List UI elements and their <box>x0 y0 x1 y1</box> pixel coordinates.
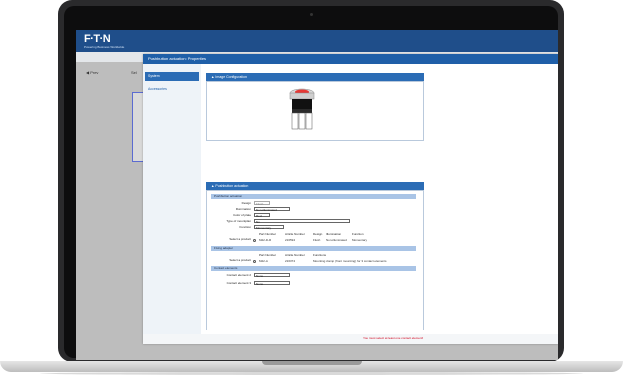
function-select[interactable]: Momentary <box>254 225 284 230</box>
contact2-select[interactable]: None <box>254 273 290 278</box>
laptop-shadow <box>40 372 583 375</box>
sidebar-item-system[interactable]: System <box>145 72 199 81</box>
select-product-label: Select a product <box>229 237 251 241</box>
col-article-number-2: Article Number <box>285 253 305 257</box>
section-contacts: Contact elements <box>211 266 416 271</box>
section-actuation: Pushbutton actuation <box>211 194 416 199</box>
cell-illumination: Non-illuminated <box>326 238 347 242</box>
design-label: Design <box>241 201 251 205</box>
col-function: Function <box>352 232 364 236</box>
cell-article-number-2: 216374 <box>285 259 296 263</box>
illumination-label: Illumination <box>235 207 251 211</box>
image-config-header[interactable]: ▲ Image Configuration <box>206 73 424 81</box>
sidebar-item-accessories[interactable]: Accessories <box>145 85 199 94</box>
webcam <box>310 13 313 16</box>
contact3-label: Contact element 3 <box>226 281 251 285</box>
logo-tagline: Powering Business Worldwide <box>84 45 125 49</box>
image-config-panel <box>206 81 424 141</box>
section-fixing: Fixing adapter <box>211 246 416 251</box>
select-product-label-2: Select a product <box>229 258 251 262</box>
dialog-footer <box>143 334 558 344</box>
mountplan-select[interactable]: No <box>254 219 350 224</box>
cell-functions: Mounting clamp (front mounting) for 3 co… <box>313 259 387 263</box>
col-functions: Functions <box>313 253 327 257</box>
col-design: Design <box>313 232 323 236</box>
col-illumination: Illumination <box>326 232 342 236</box>
select-button[interactable]: Sel <box>131 70 137 75</box>
color-select[interactable]: Red <box>254 213 270 218</box>
actuation-header[interactable]: ▲ Pushbutton actuation <box>206 182 424 190</box>
cell-function: Momentary <box>352 238 368 242</box>
mountplan-label: Type of mountplan <box>226 219 251 223</box>
design-select[interactable]: Flush <box>254 201 270 206</box>
app-header <box>76 30 558 52</box>
laptop-screen: F·T·N Powering Business Worldwide ◀ Prev… <box>76 30 558 360</box>
validation-message: You must select at least one contact ele… <box>363 336 424 340</box>
function-label: Function <box>239 225 251 229</box>
col-part-number: Part Number <box>259 232 277 236</box>
illumination-select[interactable]: Non-illuminated <box>254 207 290 212</box>
cell-article-number: 216594 <box>285 238 296 242</box>
laptop-base-notch <box>262 361 362 365</box>
eaton-logo[interactable]: F·T·N <box>84 33 111 45</box>
contact3-select[interactable]: None <box>254 281 290 286</box>
pushbutton-image <box>289 88 315 130</box>
color-label: Color of plate <box>233 213 251 217</box>
cell-design: Flush <box>313 238 321 242</box>
cell-part-number: M22-D-R <box>259 238 272 242</box>
dialog-sidebar <box>143 64 201 334</box>
contact2-label: Contact element 2 <box>226 273 251 277</box>
prev-button[interactable]: ◀ Prev <box>86 70 98 75</box>
col-part-number-2: Part Number <box>259 253 277 257</box>
dialog-title: Pushbutton actuation: Properties <box>143 54 558 64</box>
col-article-number: Article Number <box>285 232 305 236</box>
cell-part-number-2: M22-A <box>259 259 268 263</box>
adapter-radio[interactable] <box>253 260 256 263</box>
product-radio[interactable] <box>253 239 256 242</box>
